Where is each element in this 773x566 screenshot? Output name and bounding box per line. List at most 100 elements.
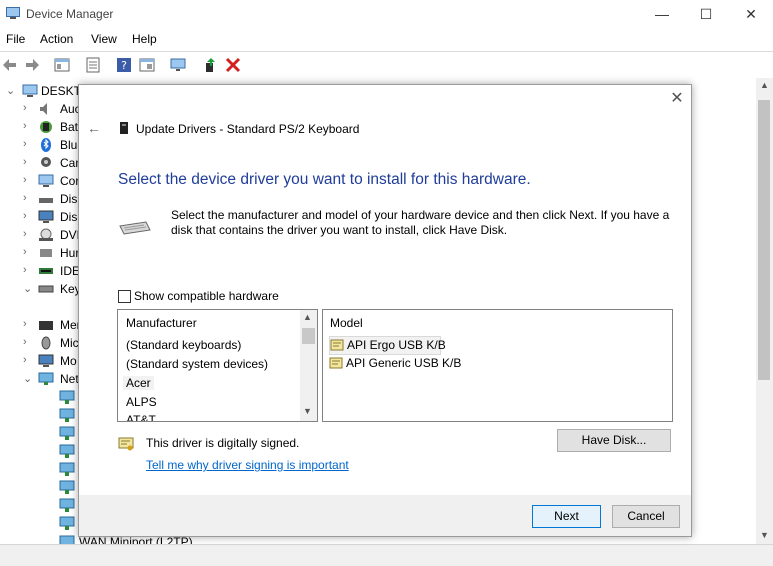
network-adapter-icon [59,390,75,404]
window-title: Device Manager [26,7,114,21]
device-manager-icon [6,7,20,19]
network-adapter-icon [59,444,75,458]
cancel-button[interactable]: Cancel [612,505,680,528]
list-item[interactable]: (Standard keyboards) [126,338,241,352]
driver-signing-link[interactable]: Tell me why driver signing is important [146,458,349,472]
scroll-up-icon[interactable]: ▲ [303,312,312,322]
network-adapter-icon [59,480,75,494]
tree-item-label: Cor [60,174,80,188]
expand-icon[interactable]: › [23,336,27,348]
keyboard-device-icon [120,122,128,134]
computer-icon [22,84,38,97]
menu-action[interactable]: Action [40,32,73,46]
manufacturer-list[interactable]: Manufacturer (Standard keyboards) (Stand… [117,309,318,422]
keyboard-icon [38,285,54,293]
dialog-title: Update Drivers - Standard PS/2 Keyboard [136,122,360,136]
tree-item-label: Net [60,372,79,386]
menu-bar: File Action View Help [0,28,773,50]
list-item-selected[interactable]: Acer [123,376,154,390]
expand-icon[interactable]: › [23,138,27,150]
toolbar: ? [0,51,773,79]
collapse-icon[interactable]: ⌄ [23,372,32,385]
model-list[interactable]: Model API Ergo USB K/B API Generic USB K… [322,309,673,422]
network-adapter-icon [38,372,54,385]
network-adapter-icon [59,498,75,512]
svg-text:?: ? [121,59,127,72]
expand-icon[interactable]: › [23,354,27,366]
model-item-label: API Generic USB K/B [346,356,462,370]
manufacturer-scrollbar-thumb[interactable] [302,328,315,344]
expand-icon[interactable]: › [23,210,27,222]
menu-view[interactable]: View [91,32,117,46]
expand-icon[interactable]: › [23,264,27,276]
signed-status-text: This driver is digitally signed. [146,436,300,450]
back-icon[interactable] [2,57,18,73]
manufacturer-header: Manufacturer [126,316,197,330]
forward-icon[interactable] [24,57,40,73]
have-disk-button[interactable]: Have Disk... [557,429,671,452]
update-drivers-dialog: ✕ ← Update Drivers - Standard PS/2 Keybo… [78,84,692,537]
scroll-up-icon[interactable]: ▲ [760,80,769,90]
properties-pane-icon[interactable] [54,57,70,73]
collapse-icon[interactable]: ⌄ [23,282,32,295]
speaker-icon [40,103,47,115]
computer-icon [38,174,54,187]
scroll-down-icon[interactable]: ▼ [303,406,312,416]
uninstall-icon[interactable] [225,57,241,73]
menu-help[interactable]: Help [132,32,157,46]
ide-controller-icon [39,268,53,274]
expand-icon[interactable]: › [23,246,27,258]
list-item-selected[interactable]: API Ergo USB K/B [329,336,446,355]
back-arrow-icon[interactable]: ← [87,120,103,136]
memory-icon [39,321,53,330]
model-item-label: API Ergo USB K/B [347,338,446,352]
list-item[interactable]: (Standard system devices) [126,357,268,371]
title-bar: Device Manager — ☐ ✕ [0,0,773,28]
close-button[interactable]: ✕ [741,5,761,23]
next-button[interactable]: Next [532,505,601,528]
dialog-close-button[interactable]: ✕ [667,89,687,109]
expand-icon[interactable]: › [23,102,27,114]
minimize-button[interactable]: — [652,5,672,23]
network-adapter-icon [59,535,75,544]
hid-icon [40,249,52,257]
menu-file[interactable]: File [6,32,25,46]
view-pane-icon[interactable] [139,57,155,73]
list-icon[interactable] [85,57,101,73]
maximize-button[interactable]: ☐ [696,5,716,23]
network-adapter-icon [59,426,75,440]
mouse-icon [41,336,51,350]
list-item[interactable]: API Generic USB K/B [329,355,469,372]
status-bar [0,544,773,566]
tree-item-label: Mo [60,354,77,368]
network-adapter-icon [59,516,75,530]
dvd-drive-icon [39,228,53,241]
model-header: Model [330,316,363,330]
expand-icon[interactable]: › [23,192,27,204]
show-compatible-label[interactable]: Show compatible hardware [134,289,279,303]
battery-icon [40,121,52,133]
scan-hardware-icon[interactable] [170,57,186,73]
expand-icon[interactable]: › [23,318,27,330]
dialog-heading: Select the device driver you want to ins… [118,171,531,188]
list-item[interactable]: ALPS [126,395,157,409]
expand-icon[interactable]: › [23,228,27,240]
expand-icon[interactable]: › [23,156,27,168]
display-adapter-icon [38,210,54,223]
list-item[interactable]: AT&T [126,413,156,421]
expand-icon[interactable]: › [23,120,27,132]
tree-item-label: Hur [60,246,80,260]
help-icon[interactable]: ? [116,57,132,73]
expand-icon[interactable]: › [23,174,27,186]
collapse-icon[interactable]: ⌄ [6,84,15,97]
instructions-text: Select the manufacturer and model of you… [171,208,670,237]
tree-scrollbar-thumb[interactable] [758,100,770,380]
keyboard-hardware-icon [119,221,151,235]
monitor-icon [38,354,54,367]
update-driver-icon[interactable] [202,57,218,73]
disk-drive-icon [39,198,53,203]
manufacturer-scrollbar[interactable]: ▲ ▼ [300,310,317,421]
show-compatible-checkbox[interactable] [118,290,131,303]
scroll-down-icon[interactable]: ▼ [760,530,769,540]
camera-icon [41,157,51,167]
